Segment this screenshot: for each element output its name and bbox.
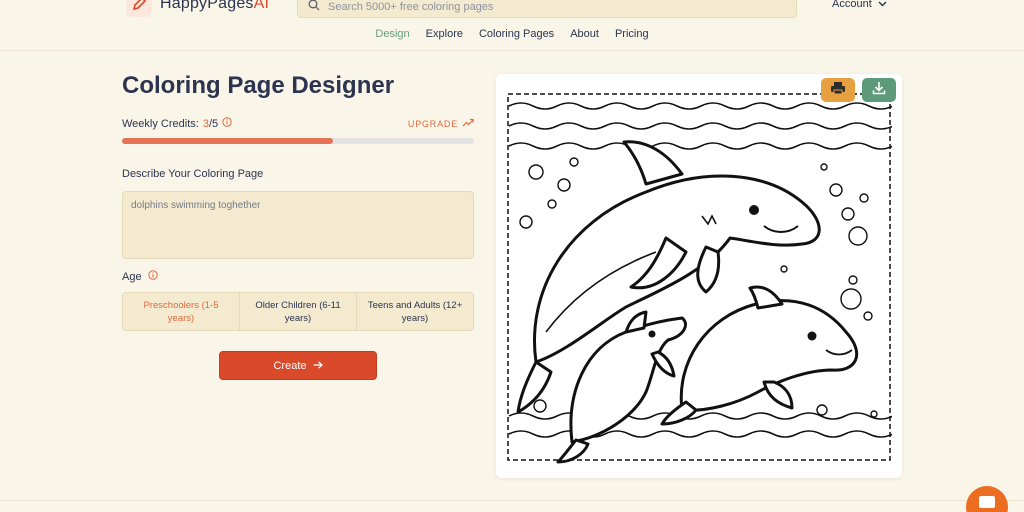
upgrade-link[interactable]: UPGRADE (408, 118, 474, 129)
nav-explore[interactable]: Explore (418, 28, 471, 40)
footer-divider (0, 500, 1024, 501)
info-icon[interactable] (147, 270, 158, 283)
preview-card (496, 74, 902, 478)
info-icon[interactable] (222, 117, 232, 130)
chevron-down-icon (878, 0, 887, 10)
age-label: Age (122, 270, 142, 283)
logo-suffix: AI (253, 0, 270, 12)
download-button[interactable] (862, 78, 896, 102)
credits-progress-fill (122, 138, 334, 144)
age-option-older-children[interactable]: Older Children (6-11 years) (240, 293, 357, 330)
upgrade-label: UPGRADE (407, 118, 458, 129)
arrow-right-icon (313, 360, 323, 372)
print-button[interactable] (821, 78, 855, 102)
trend-up-arrow-icon (462, 118, 474, 129)
nav-coloring-pages[interactable]: Coloring Pages (471, 28, 562, 40)
logo-text: HappyPages (160, 0, 254, 12)
logo[interactable]: HappyPagesAI (126, 0, 269, 17)
dolphin-coloring-page-image (507, 93, 892, 464)
age-option-preschoolers[interactable]: Preschoolers (1-5 years) (123, 293, 240, 330)
age-option-teens-adults[interactable]: Teens and Adults (12+ years) (357, 293, 473, 330)
nav-divider (0, 50, 1024, 51)
describe-input[interactable] (122, 191, 474, 259)
search-input[interactable] (328, 1, 768, 13)
download-icon (872, 81, 886, 100)
age-label-row: Age (122, 270, 158, 283)
nav-pricing[interactable]: Pricing (607, 28, 657, 40)
chat-icon (978, 495, 996, 512)
account-label: Account (832, 0, 872, 10)
top-bar: HappyPagesAI Account (0, 0, 1024, 22)
credits-total: /5 (208, 117, 219, 130)
describe-label: Describe Your Coloring Page (122, 168, 264, 180)
credits-label: Weekly Credits: 3/5 (122, 117, 232, 130)
account-menu[interactable]: Account (832, 0, 887, 10)
age-selector: Preschoolers (1-5 years) Older Children … (122, 292, 474, 331)
pencil-logo-icon (126, 0, 152, 17)
page-title: Coloring Page Designer (122, 72, 395, 99)
nav-about[interactable]: About (562, 28, 607, 40)
credits-row: Weekly Credits: 3/5 UPGRADE (122, 117, 474, 130)
main-nav: Design Explore Coloring Pages About Pric… (0, 28, 1024, 40)
chat-widget-button[interactable] (966, 486, 1008, 512)
printer-icon (830, 81, 846, 100)
create-label: Create (273, 359, 307, 372)
nav-design[interactable]: Design (367, 28, 417, 40)
credits-progress-bar (122, 138, 474, 144)
search-bar[interactable] (297, 0, 797, 18)
search-icon (308, 0, 320, 16)
credits-text: Weekly Credits: (122, 117, 199, 130)
create-button[interactable]: Create (219, 351, 377, 380)
